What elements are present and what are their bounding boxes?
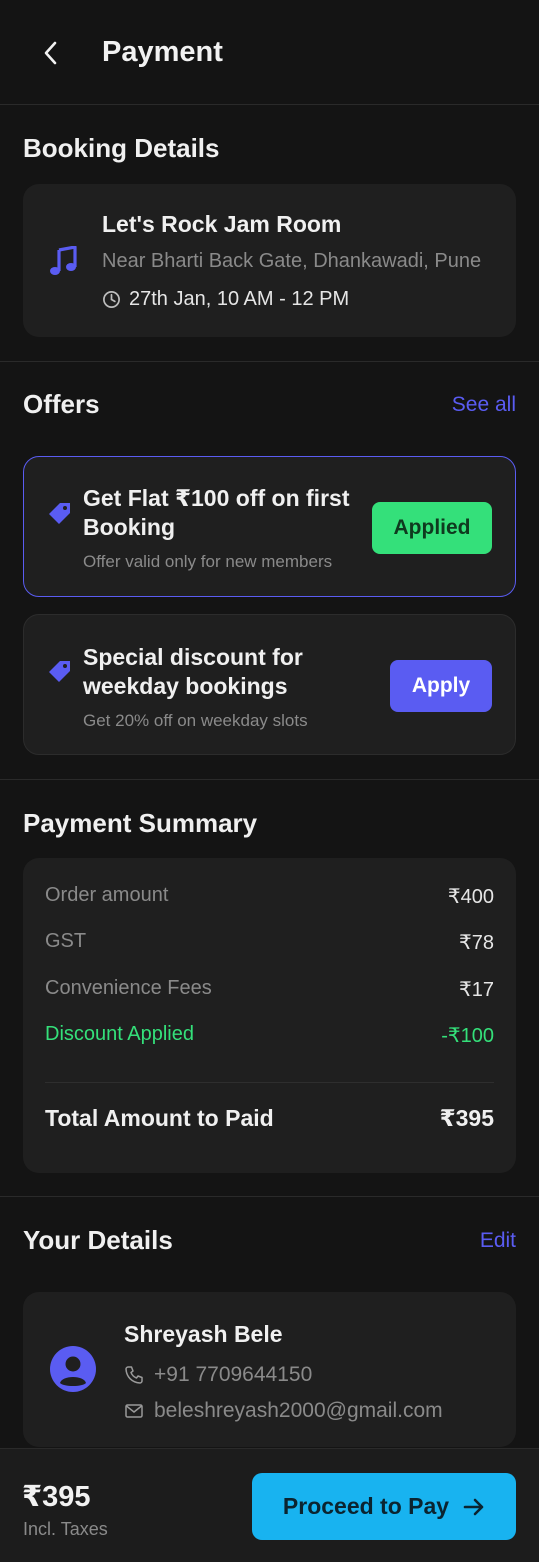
summary-value: ₹78: [459, 932, 494, 954]
summary-divider: [45, 1082, 494, 1083]
phone-icon: [125, 1366, 143, 1384]
total-row: Total Amount to Paid ₹395: [45, 1105, 494, 1132]
your-details-title: Your Details: [23, 1225, 173, 1255]
summary-label: Convenience Fees: [45, 977, 212, 999]
tag-icon: [49, 503, 70, 524]
divider: [0, 1196, 539, 1197]
app-header: Payment: [0, 0, 539, 105]
page-title: Payment: [102, 36, 223, 68]
user-email: beleshreyash2000@gmail.com: [124, 1399, 443, 1423]
booking-card: Let's Rock Jam Room Near Bharti Back Gat…: [23, 184, 516, 337]
offer-title: Special discount for weekday bookings: [83, 644, 303, 699]
summary-row: Order amount ₹400: [45, 884, 494, 909]
total-value: ₹395: [439, 1105, 494, 1131]
clock-icon: [103, 291, 120, 308]
summary-row: GST ₹78: [45, 930, 494, 955]
summary-label: GST: [45, 930, 87, 952]
checkout-bar: ₹395 Incl. Taxes Proceed to Pay: [0, 1448, 539, 1562]
summary-label: Order amount: [45, 884, 169, 906]
proceed-to-pay-button[interactable]: Proceed to Pay: [252, 1473, 516, 1540]
offer-card[interactable]: Get Flat ₹100 off on first Booking Offer…: [23, 456, 516, 597]
offer-subtitle: Get 20% off on weekday slots: [83, 711, 308, 730]
incl-taxes-label: Incl. Taxes: [23, 1519, 108, 1539]
email-text: beleshreyash2000@gmail.com: [154, 1399, 443, 1422]
summary-value: -₹100: [441, 1025, 494, 1047]
summary-value: ₹17: [459, 979, 494, 1001]
phone-text: +91 7709644150: [154, 1363, 313, 1386]
booking-time-text: 27th Jan, 10 AM - 12 PM: [129, 288, 350, 310]
offer-subtitle: Offer valid only for new members: [83, 552, 333, 571]
booking-details-title: Booking Details: [23, 133, 220, 163]
total-label: Total Amount to Paid: [45, 1105, 274, 1131]
arrow-right-icon: [463, 1498, 484, 1515]
offer-title: Get Flat ₹100 off on first Booking: [83, 485, 350, 540]
proceed-to-pay-label: Proceed to Pay: [282, 1493, 450, 1519]
divider: [0, 361, 539, 362]
mail-icon: [125, 1404, 143, 1418]
discount-row: Discount Applied -₹100: [45, 1023, 494, 1048]
applied-button[interactable]: Applied: [372, 502, 492, 554]
venue-address: Near Bharti Back Gate, Dhankawadi, Pune: [102, 250, 482, 272]
offers-title: Offers: [23, 389, 100, 419]
divider: [0, 779, 539, 780]
user-avatar-icon: [50, 1346, 96, 1392]
chevron-left-icon: [44, 41, 57, 65]
booking-time: 27th Jan, 10 AM - 12 PM: [102, 288, 349, 311]
music-note-icon: [50, 246, 77, 275]
checkout-amount: ₹395: [22, 1481, 91, 1513]
payment-summary-title: Payment Summary: [23, 808, 258, 838]
venue-name: Let's Rock Jam Room: [102, 211, 342, 237]
see-all-link[interactable]: See all: [452, 393, 516, 417]
user-name: Shreyash Bele: [124, 1321, 283, 1347]
apply-button[interactable]: Apply: [390, 660, 492, 712]
summary-label: Discount Applied: [45, 1023, 194, 1045]
summary-value: ₹400: [447, 886, 494, 908]
edit-link[interactable]: Edit: [480, 1229, 516, 1253]
offer-card[interactable]: Special discount for weekday bookings Ge…: [23, 614, 516, 755]
payment-summary-card: Order amount ₹400 GST ₹78 Convenience Fe…: [23, 858, 516, 1173]
payment-screen: Payment Booking Details Let's Rock Jam R…: [0, 0, 539, 1562]
back-button[interactable]: [34, 36, 68, 70]
user-details-card: Shreyash Bele +91 7709644150 beleshreyas…: [23, 1292, 516, 1447]
user-phone: +91 7709644150: [124, 1363, 312, 1387]
summary-row: Convenience Fees ₹17: [45, 977, 494, 1002]
tag-icon: [49, 661, 70, 682]
